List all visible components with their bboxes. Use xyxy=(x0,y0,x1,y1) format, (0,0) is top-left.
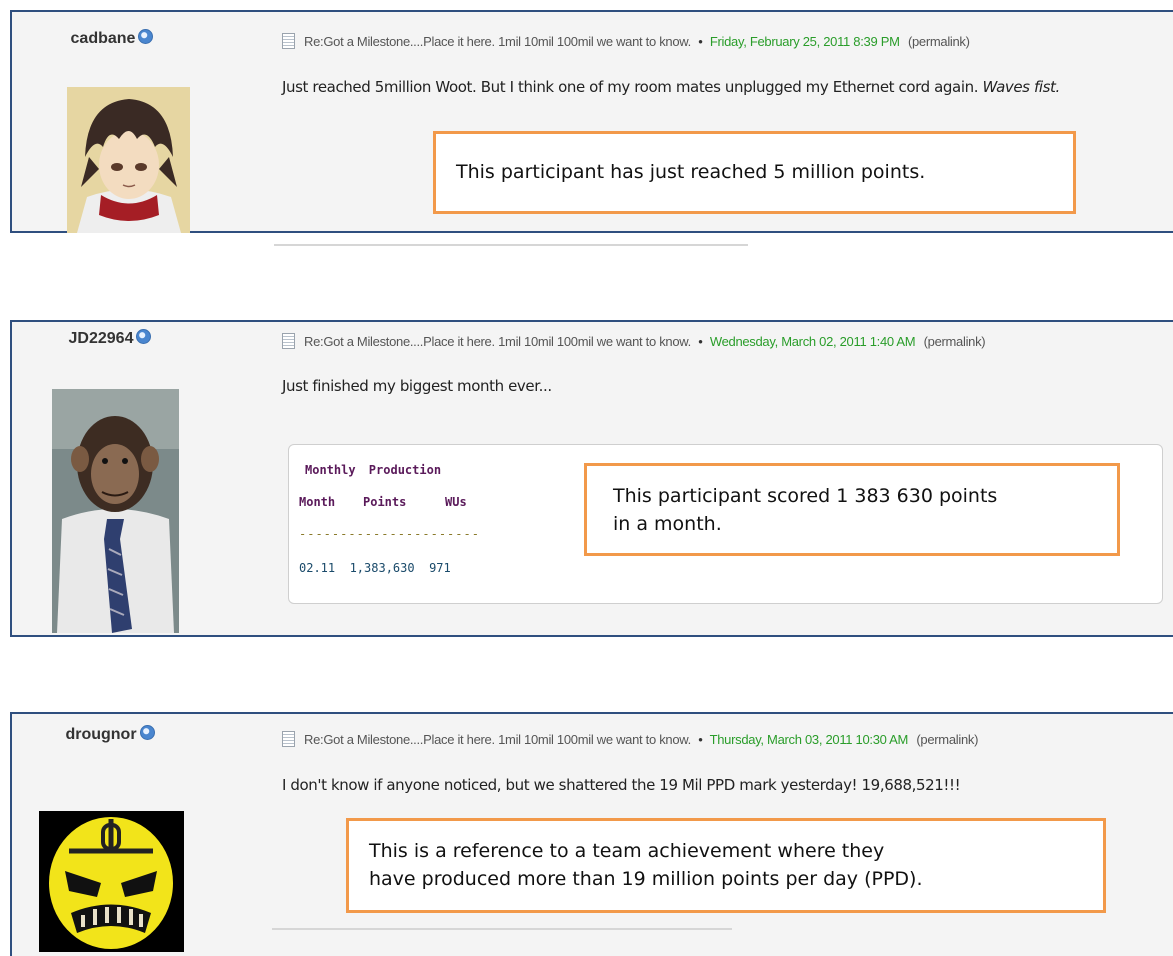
post-body: Just finished my biggest month ever... xyxy=(282,377,552,395)
user-info-icon[interactable] xyxy=(138,29,154,44)
bullet: • xyxy=(698,334,703,349)
callout-line-1: This participant scored 1 383 630 points xyxy=(613,485,998,507)
row-month: 02.11 xyxy=(299,561,336,575)
bullet: • xyxy=(698,732,703,747)
row-wus: 971 xyxy=(429,561,451,575)
avatar xyxy=(52,389,179,633)
production-divider: ---------------------- xyxy=(299,527,480,541)
thread-title-link[interactable]: Re:Got a Milestone....Place it here. 1mi… xyxy=(304,732,691,747)
username-text[interactable]: cadbane xyxy=(71,30,136,47)
user-info-icon[interactable] xyxy=(139,725,155,740)
document-icon xyxy=(282,333,295,349)
anime-avatar-image xyxy=(67,87,190,233)
separator xyxy=(274,244,748,246)
post-body: I don't know if anyone noticed, but we s… xyxy=(282,776,961,794)
document-icon xyxy=(282,731,295,747)
thread-title-link[interactable]: Re:Got a Milestone....Place it here. 1mi… xyxy=(304,334,691,349)
user-info-icon[interactable] xyxy=(136,329,152,344)
production-header: Month Points WUs xyxy=(299,495,467,509)
annotation-callout: This participant scored 1 383 630 points… xyxy=(584,463,1120,556)
forum-post-drougnor: drougnor Re:Got a Milestone....Place it … xyxy=(10,712,1173,956)
angry-smiley-avatar-image xyxy=(39,811,184,952)
username[interactable]: cadbane xyxy=(12,29,212,48)
callout-line-1: This is a reference to a team achievemen… xyxy=(369,840,885,862)
post-message: Just reached 5million Woot. But I think … xyxy=(282,78,979,96)
username-text[interactable]: JD22964 xyxy=(69,330,134,347)
post-meta: Re:Got a Milestone....Place it here. 1mi… xyxy=(282,731,978,747)
document-icon xyxy=(282,33,295,49)
callout-line-2: have produced more than 19 million point… xyxy=(369,868,923,890)
thread-title-link[interactable]: Re:Got a Milestone....Place it here. 1mi… xyxy=(304,34,691,49)
header-points: Points xyxy=(363,495,407,509)
post-date: Friday, February 25, 2011 8:39 PM xyxy=(709,34,900,49)
row-points: 1,383,630 xyxy=(349,561,415,575)
permalink[interactable]: (permalink) xyxy=(908,34,970,49)
post-meta: Re:Got a Milestone....Place it here. 1mi… xyxy=(282,33,970,49)
username-text[interactable]: drougnor xyxy=(65,726,136,743)
forum-post-jd22964: JD22964 Re:Got a Milestone....Place it h… xyxy=(10,320,1173,637)
forum-post-cadbane: cadbane Re:Got a Milestone....Place it h… xyxy=(10,10,1173,246)
callout-line-2: in a month. xyxy=(613,513,722,535)
header-wus: WUs xyxy=(445,495,467,509)
production-title: Monthly Production xyxy=(305,463,442,477)
annotation-callout: This is a reference to a team achievemen… xyxy=(346,818,1106,913)
chimpanzee-avatar-image xyxy=(52,389,179,633)
annotation-callout: This participant has just reached 5 mill… xyxy=(433,131,1076,214)
permalink[interactable]: (permalink) xyxy=(924,334,986,349)
post-message-italic: Waves fist. xyxy=(982,78,1060,96)
post-body: Just reached 5million Woot. But I think … xyxy=(282,78,1060,96)
avatar xyxy=(39,811,184,952)
post-message: I don't know if anyone noticed, but we s… xyxy=(282,776,961,794)
avatar xyxy=(67,87,190,233)
header-month: Month xyxy=(299,495,336,509)
production-row: 02.11 1,383,630 971 xyxy=(299,561,451,575)
username[interactable]: drougnor xyxy=(10,725,210,744)
post-meta: Re:Got a Milestone....Place it here. 1mi… xyxy=(282,333,986,349)
bullet: • xyxy=(698,34,703,49)
post-date: Thursday, March 03, 2011 10:30 AM xyxy=(709,732,909,747)
permalink[interactable]: (permalink) xyxy=(916,732,978,747)
post-message: Just finished my biggest month ever... xyxy=(282,377,552,395)
username[interactable]: JD22964 xyxy=(10,329,210,348)
post-date: Wednesday, March 02, 2011 1:40 AM xyxy=(709,334,916,349)
separator xyxy=(272,928,732,930)
callout-text: This participant has just reached 5 mill… xyxy=(456,161,926,183)
